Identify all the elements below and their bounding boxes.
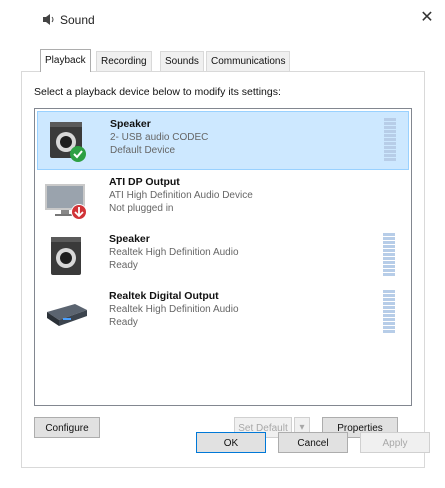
digital-output-icon <box>47 304 87 326</box>
device-status: Ready <box>109 260 138 271</box>
configure-button[interactable]: Configure <box>34 417 100 438</box>
speaker-icon <box>50 122 86 162</box>
device-driver: Realtek High Definition Audio <box>109 247 239 258</box>
device-driver: 2- USB audio CODEC <box>110 132 209 143</box>
device-row[interactable]: Realtek Digital Output Realtek High Defi… <box>37 284 407 341</box>
cancel-button[interactable]: Cancel <box>278 432 348 453</box>
instruction-text: Select a playback device below to modify… <box>34 86 281 98</box>
sound-icon <box>43 14 54 25</box>
device-row[interactable]: Speaker Realtek High Definition Audio Re… <box>37 227 407 284</box>
device-status: Default Device <box>110 145 176 156</box>
close-button[interactable]: ✕ <box>417 8 437 28</box>
device-name: Realtek Digital Output <box>109 290 219 302</box>
device-row[interactable]: ATI DP Output ATI High Definition Audio … <box>37 170 407 227</box>
title-bar: Sound ✕ <box>20 0 445 38</box>
level-meter <box>383 290 395 336</box>
tab-communications[interactable]: Communications <box>206 51 291 71</box>
device-name: ATI DP Output <box>109 176 180 188</box>
tab-recording[interactable]: Recording <box>96 51 152 71</box>
playback-panel: Select a playback device below to modify… <box>21 71 425 468</box>
apply-button[interactable]: Apply <box>360 432 430 453</box>
device-row[interactable]: Speaker 2- USB audio CODEC Default Devic… <box>37 111 409 170</box>
level-meter <box>383 233 395 279</box>
device-name: Speaker <box>110 118 151 130</box>
device-list[interactable]: Speaker 2- USB audio CODEC Default Devic… <box>34 108 412 406</box>
device-driver: ATI High Definition Audio Device <box>109 190 253 201</box>
speaker-icon <box>51 237 81 275</box>
level-meter <box>384 118 396 164</box>
device-driver: Realtek High Definition Audio <box>109 304 239 315</box>
device-status: Not plugged in <box>109 203 174 214</box>
tab-playback[interactable]: Playback <box>40 49 91 72</box>
ok-button[interactable]: OK <box>196 432 266 453</box>
tab-sounds[interactable]: Sounds <box>160 51 204 71</box>
device-name: Speaker <box>109 233 150 245</box>
monitor-icon <box>45 184 87 220</box>
device-status: Ready <box>109 317 138 328</box>
window-title: Sound <box>60 13 95 27</box>
